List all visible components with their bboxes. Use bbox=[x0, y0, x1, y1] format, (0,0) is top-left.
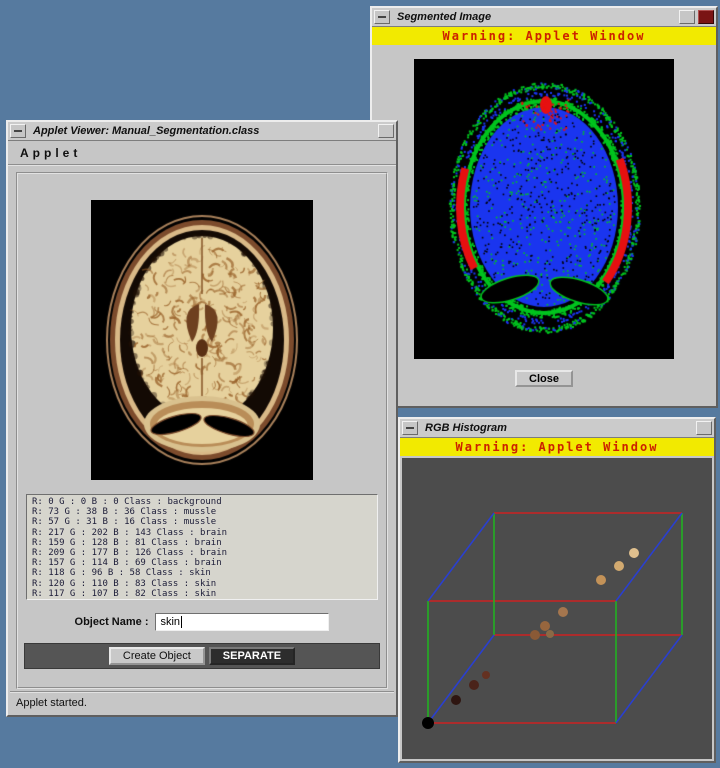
histogram-content bbox=[402, 458, 712, 759]
mri-brain-image[interactable] bbox=[91, 200, 313, 480]
rgb-point bbox=[482, 671, 490, 679]
menu-applet[interactable]: Applet bbox=[20, 146, 81, 160]
rgb-histogram-window: RGB Histogram Warning: Applet Window bbox=[398, 417, 716, 763]
cube-edge bbox=[616, 635, 682, 723]
segmented-brain-image bbox=[414, 59, 674, 359]
window-menu-button[interactable] bbox=[10, 124, 26, 138]
object-name-row: Object Name : skin bbox=[75, 613, 330, 631]
window-maximize-button[interactable] bbox=[679, 10, 695, 24]
list-item[interactable]: R: 157 G : 114 B : 69 Class : brain bbox=[32, 558, 372, 568]
text-caret bbox=[181, 616, 182, 628]
rgb-point bbox=[469, 680, 479, 690]
window-title: Segmented Image bbox=[393, 11, 676, 23]
applet-viewer-window: Applet Viewer: Manual_Segmentation.class… bbox=[6, 120, 398, 717]
rgb-point bbox=[629, 548, 639, 558]
list-item[interactable]: R: 57 G : 31 B : 16 Class : mussle bbox=[32, 517, 372, 527]
titlebar[interactable]: RGB Histogram bbox=[400, 419, 714, 438]
list-item[interactable]: R: 118 G : 96 B : 58 Class : skin bbox=[32, 568, 372, 578]
minimize-icon bbox=[378, 16, 386, 18]
segmented-content: Close bbox=[372, 45, 716, 387]
list-item[interactable]: R: 73 G : 38 B : 36 Class : mussle bbox=[32, 507, 372, 517]
window-maximize-button[interactable] bbox=[696, 421, 712, 435]
list-item[interactable]: R: 120 G : 110 B : 83 Class : skin bbox=[32, 579, 372, 589]
applet-warning-banner: Warning: Applet Window bbox=[372, 27, 716, 45]
applet-panel: R: 0 G : 0 B : 0 Class : backgroundR: 73… bbox=[16, 172, 388, 689]
window-title: RGB Histogram bbox=[421, 422, 693, 434]
list-item[interactable]: R: 117 G : 107 B : 82 Class : skin bbox=[32, 589, 372, 599]
separate-button[interactable]: SEPARATE bbox=[209, 647, 295, 665]
applet-warning-banner: Warning: Applet Window bbox=[400, 438, 714, 456]
segmented-image-window: Segmented Image Warning: Applet Window C… bbox=[370, 6, 718, 408]
minimize-icon bbox=[14, 130, 22, 132]
list-item[interactable]: R: 217 G : 202 B : 143 Class : brain bbox=[32, 528, 372, 538]
rgb-point bbox=[451, 695, 461, 705]
rgb-point bbox=[614, 561, 624, 571]
rgb-point bbox=[540, 621, 550, 631]
object-name-label: Object Name : bbox=[75, 616, 149, 628]
object-name-value: skin bbox=[160, 616, 180, 628]
create-object-button[interactable]: Create Object bbox=[109, 647, 205, 665]
rgb-point bbox=[596, 575, 606, 585]
rgb-point bbox=[530, 630, 540, 640]
close-button[interactable]: Close bbox=[515, 370, 573, 387]
rgb-point bbox=[546, 630, 554, 638]
cube-edge bbox=[428, 635, 494, 723]
window-title: Applet Viewer: Manual_Segmentation.class bbox=[29, 125, 375, 137]
rgb-point bbox=[422, 717, 434, 729]
list-item[interactable]: R: 0 G : 0 B : 0 Class : background bbox=[32, 497, 372, 507]
rgb-point bbox=[558, 607, 568, 617]
minimize-icon bbox=[406, 427, 414, 429]
window-close-button[interactable] bbox=[698, 10, 714, 24]
object-name-input[interactable]: skin bbox=[155, 613, 329, 631]
cube-edge bbox=[616, 513, 682, 601]
cube-edge bbox=[428, 513, 494, 601]
list-item[interactable]: R: 209 G : 177 B : 126 Class : brain bbox=[32, 548, 372, 558]
window-menu-button[interactable] bbox=[402, 421, 418, 435]
rgb-cube-plot bbox=[406, 471, 708, 747]
list-item[interactable]: R: 159 G : 128 B : 81 Class : brain bbox=[32, 538, 372, 548]
menubar: Applet bbox=[8, 141, 396, 166]
class-list[interactable]: R: 0 G : 0 B : 0 Class : backgroundR: 73… bbox=[26, 494, 378, 600]
titlebar[interactable]: Applet Viewer: Manual_Segmentation.class bbox=[8, 122, 396, 141]
status-bar: Applet started. bbox=[10, 691, 394, 713]
titlebar[interactable]: Segmented Image bbox=[372, 8, 716, 27]
window-maximize-button[interactable] bbox=[378, 124, 394, 138]
window-menu-button[interactable] bbox=[374, 10, 390, 24]
button-strip: Create Object SEPARATE bbox=[24, 643, 380, 669]
status-text: Applet started. bbox=[16, 697, 87, 709]
